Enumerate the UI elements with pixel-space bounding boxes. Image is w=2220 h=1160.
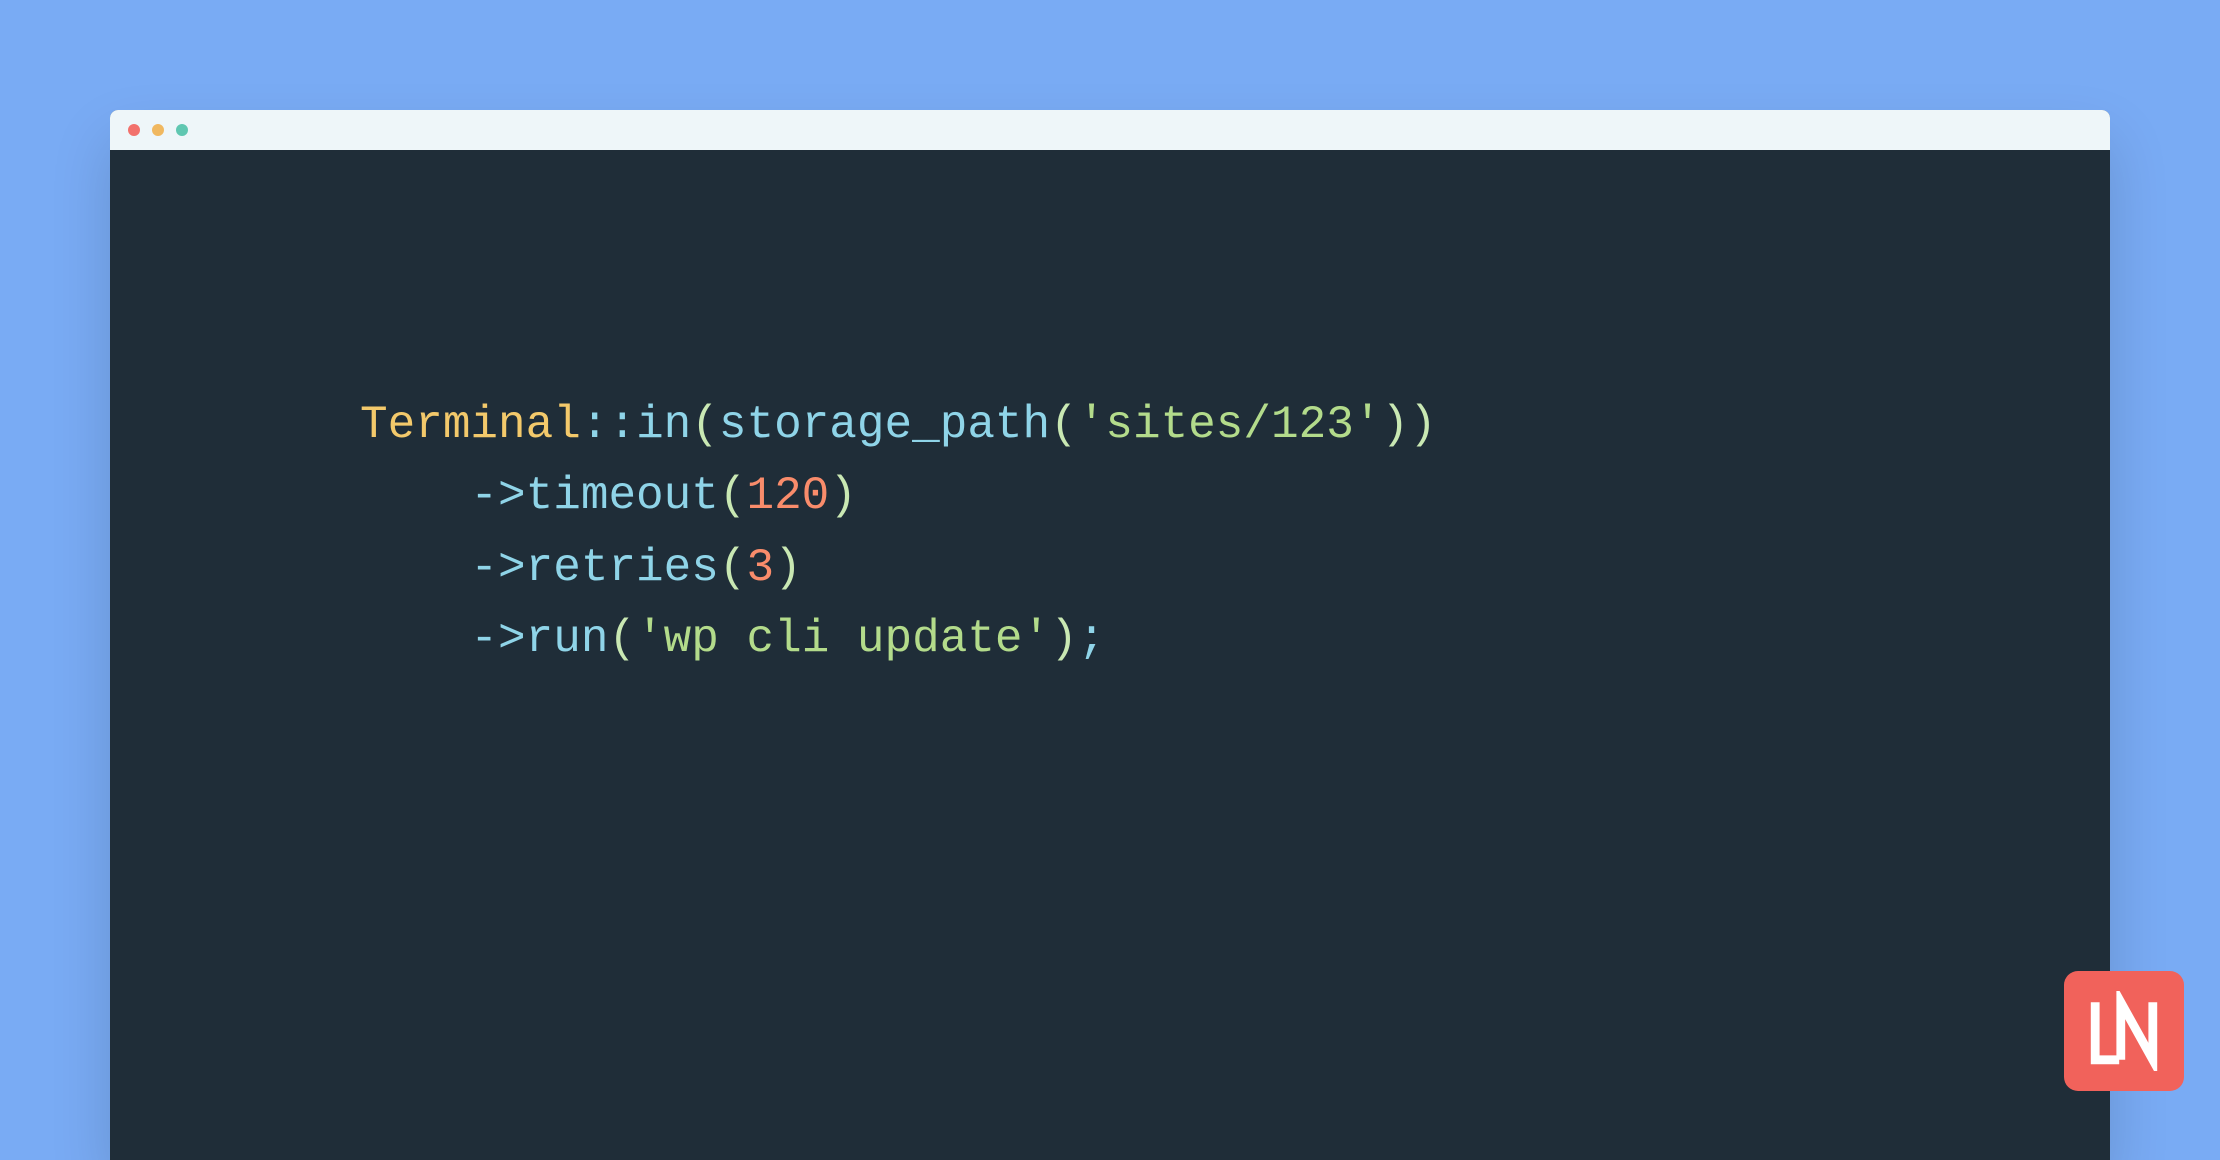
code-line: ->timeout(120)	[360, 461, 2110, 532]
token-method: in	[636, 399, 691, 451]
token-op: ;	[1078, 613, 1106, 665]
token-class: Terminal	[360, 399, 581, 451]
token-method: timeout	[526, 470, 719, 522]
token-method: run	[526, 613, 609, 665]
code-line: ->retries(3)	[360, 533, 2110, 604]
token-paren: (	[719, 470, 747, 522]
code-line: ->run('wp cli update');	[360, 604, 2110, 675]
brand-logo	[2064, 971, 2184, 1091]
token-method: retries	[526, 542, 719, 594]
token-paren: (	[691, 399, 719, 451]
token-op: ->	[470, 542, 525, 594]
token-paren: )	[774, 542, 802, 594]
code-line: Terminal::in(storage_path('sites/123'))	[360, 390, 2110, 461]
token-paren: (	[608, 613, 636, 665]
token-paren: )	[1409, 399, 1437, 451]
token-number: 3	[746, 542, 774, 594]
token-string: 'sites/123'	[1078, 399, 1382, 451]
token-paren: )	[829, 470, 857, 522]
token-func: storage_path	[719, 399, 1050, 451]
token-op: ::	[581, 399, 636, 451]
token-number: 120	[746, 470, 829, 522]
zoom-icon[interactable]	[176, 124, 188, 136]
token-paren: (	[719, 542, 747, 594]
code-area: Terminal::in(storage_path('sites/123'))-…	[110, 150, 2110, 675]
close-icon[interactable]	[128, 124, 140, 136]
token-op: ->	[470, 613, 525, 665]
ln-logo-icon	[2084, 991, 2164, 1071]
token-string: 'wp cli update'	[636, 613, 1050, 665]
stage: Terminal::in(storage_path('sites/123'))-…	[0, 0, 2220, 1125]
token-op: ->	[470, 470, 525, 522]
minimize-icon[interactable]	[152, 124, 164, 136]
editor-window: Terminal::in(storage_path('sites/123'))-…	[110, 110, 2110, 1160]
window-titlebar	[110, 110, 2110, 150]
token-paren: )	[1381, 399, 1409, 451]
token-paren: (	[1050, 399, 1078, 451]
token-paren: )	[1050, 613, 1078, 665]
